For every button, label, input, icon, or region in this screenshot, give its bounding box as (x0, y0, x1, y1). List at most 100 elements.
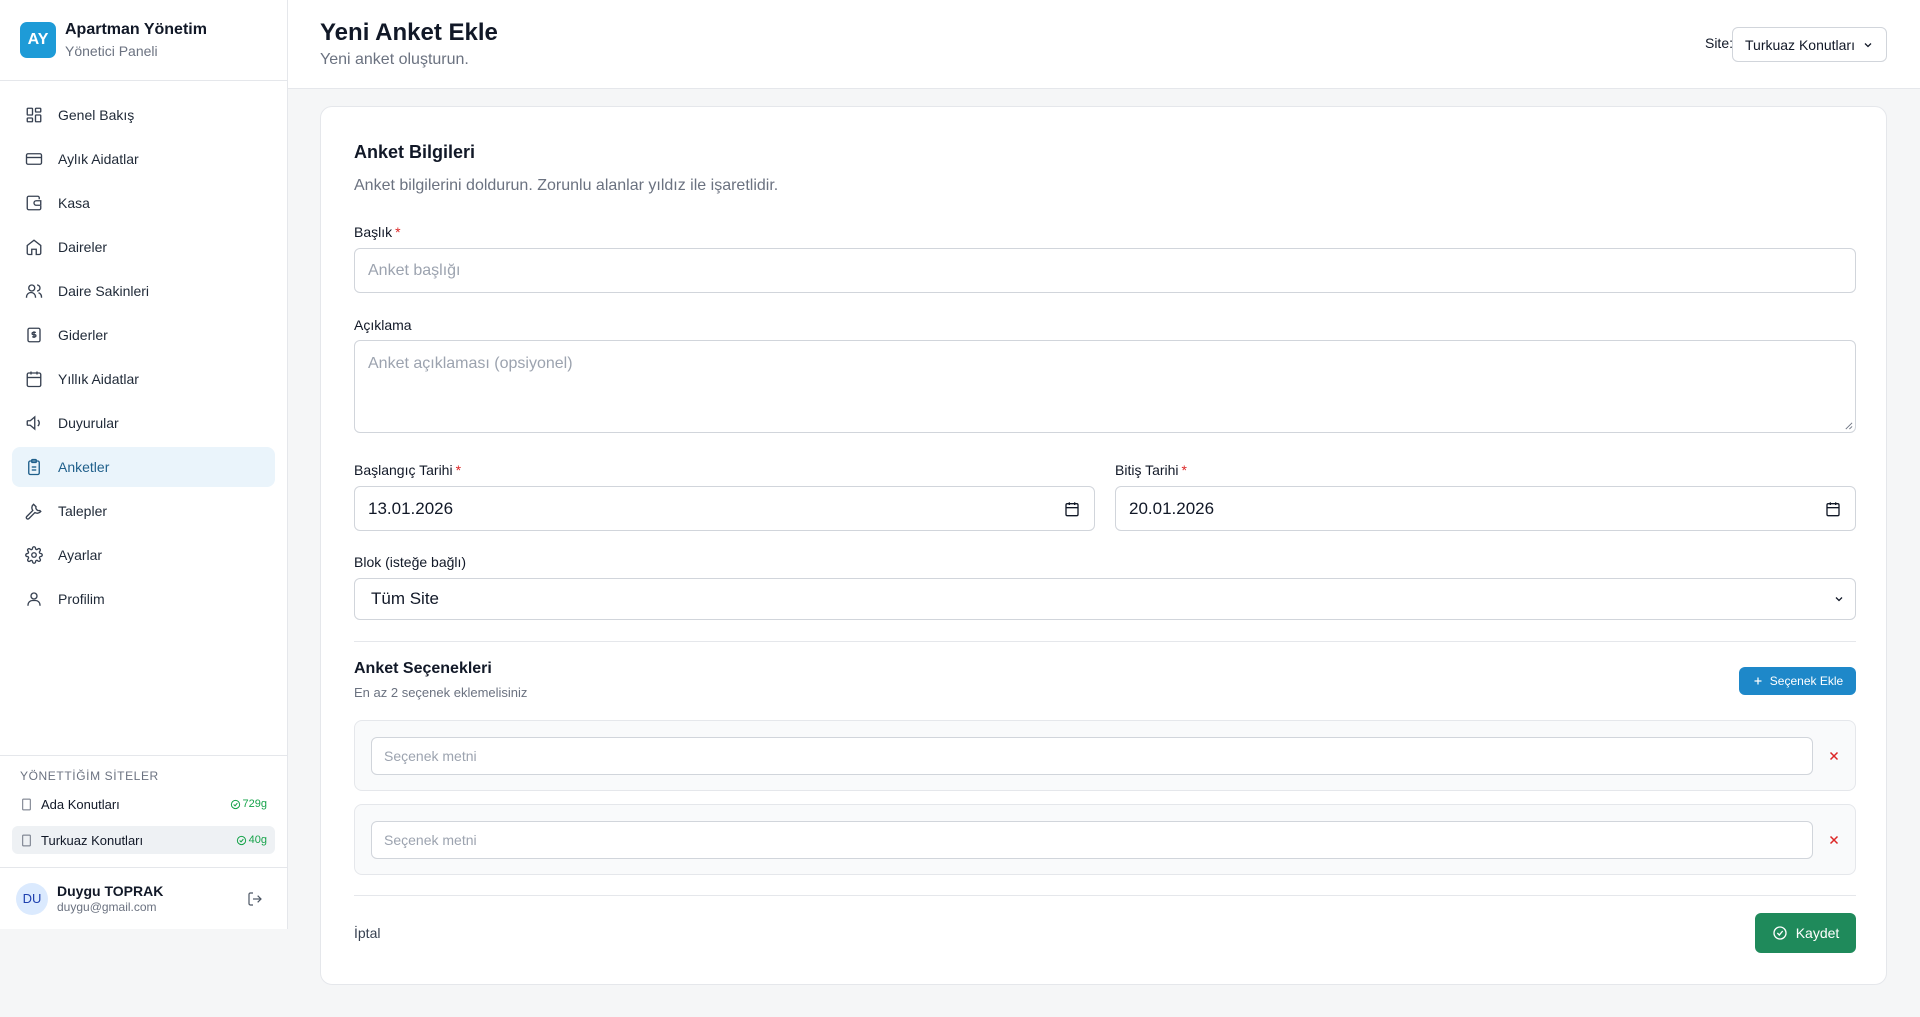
brand-title: Apartman Yönetim (65, 21, 207, 38)
wallet-icon (25, 194, 43, 212)
building-icon (20, 798, 33, 811)
required-mark: * (395, 224, 401, 240)
plus-icon (1754, 677, 1762, 685)
section-divider (354, 641, 1856, 642)
sidebar-item-label: Yıllık Aidatlar (58, 371, 139, 387)
site-days-badge: 729g (230, 798, 267, 810)
sidebar-item-yillik-aidatlar[interactable]: Yıllık Aidatlar (12, 359, 275, 399)
start-date-input[interactable]: 13.01.2026 (354, 486, 1095, 531)
chevron-down-icon (1864, 42, 1872, 47)
megaphone-icon (25, 414, 43, 432)
check-circle-icon (236, 835, 246, 845)
sidebar-nav: Genel Bakış Aylık Aidatlar Kasa Daireler… (0, 81, 287, 619)
brand: AY Apartman Yönetim Yönetici Paneli (0, 0, 287, 81)
save-button[interactable]: Kaydet (1755, 913, 1856, 953)
sidebar-item-anketler[interactable]: Anketler (12, 447, 275, 487)
sidebar-item-ayarlar[interactable]: Ayarlar (12, 535, 275, 575)
end-date-label-text: Bitiş Tarihi (1115, 462, 1179, 478)
sidebar-item-profilim[interactable]: Profilim (12, 579, 275, 619)
option-row: Seçenek metni (354, 720, 1856, 791)
avatar: DU (16, 882, 48, 915)
user-email: duygu@gmail.com (57, 899, 157, 914)
managed-sites: YÖNETTİĞİM SİTELER Ada Konutları 729g Tu… (0, 755, 287, 862)
title-input-placeholder: Anket başlığı (368, 261, 461, 279)
sidebar-item-label: Talepler (58, 503, 108, 519)
remove-option-button[interactable] (1825, 747, 1843, 765)
sidebar-item-label: Genel Bakış (58, 107, 135, 123)
sidebar-item-label: Aylık Aidatlar (58, 151, 139, 167)
sidebar-item-talepler[interactable]: Talepler (12, 491, 275, 531)
site-days-badge: 40g (236, 834, 267, 846)
page-title: Yeni Anket Ekle (320, 19, 498, 46)
description-textarea-placeholder: Anket açıklaması (opsiyonel) (368, 355, 573, 372)
calendar-icon (25, 370, 43, 388)
start-date-value: 13.01.2026 (368, 498, 454, 518)
calendar-picker-icon[interactable] (1064, 501, 1080, 517)
options-subtitle: En az 2 seçenek eklemelisiniz (354, 685, 528, 700)
end-date-value: 20.01.2026 (1129, 498, 1215, 518)
clipboard-icon (25, 458, 43, 476)
save-label: Kaydet (1795, 925, 1840, 941)
sidebar-item-duyurular[interactable]: Duyurular (12, 403, 275, 443)
option-text-input[interactable]: Seçenek metni (371, 821, 1813, 859)
home-icon (25, 238, 43, 256)
description-textarea[interactable]: Anket açıklaması (opsiyonel) (354, 340, 1856, 433)
sidebar-item-aylik-aidatlar[interactable]: Aylık Aidatlar (12, 139, 275, 179)
sidebar-item-kasa[interactable]: Kasa (12, 183, 275, 223)
site-name: Ada Konutları (41, 796, 120, 812)
required-mark: * (1181, 462, 1187, 478)
cancel-button[interactable]: İptal (354, 925, 380, 941)
sidebar-item-genel-bakis[interactable]: Genel Bakış (12, 95, 275, 135)
gear-icon (25, 546, 43, 564)
description-label: Açıklama (354, 317, 412, 333)
block-select-value: Tüm Site (371, 589, 440, 608)
close-icon (1829, 835, 1839, 845)
site-selector-label: Site: (1704, 35, 1733, 51)
close-icon (1829, 751, 1839, 761)
option-row: Seçenek metni (354, 804, 1856, 875)
sidebar-item-daireler[interactable]: Daireler (12, 227, 275, 267)
calendar-picker-icon[interactable] (1825, 501, 1841, 517)
form-description: Anket bilgilerini doldurun. Zorunlu alan… (354, 177, 779, 194)
remove-option-button[interactable] (1825, 831, 1843, 849)
start-date-label-text: Başlangıç Tarihi (354, 462, 453, 478)
title-label: Başlık * (354, 224, 401, 240)
site-days: 40g (248, 834, 267, 846)
options-title: Anket Seçenekleri (354, 660, 492, 677)
site-item-turkuaz-konutlari[interactable]: Turkuaz Konutları 40g (12, 826, 275, 854)
end-date-label: Bitiş Tarihi * (1115, 462, 1187, 478)
brand-logo: AY (20, 22, 56, 58)
credit-card-icon (25, 150, 43, 168)
users-icon (25, 282, 43, 300)
sidebar-item-label: Daire Sakinleri (58, 283, 150, 299)
resize-handle-icon[interactable] (1844, 421, 1853, 430)
form-title: Anket Bilgileri (354, 142, 476, 162)
chevron-down-icon (1835, 597, 1843, 602)
sidebar-item-label: Profilim (58, 591, 105, 607)
receipt-icon (25, 326, 43, 344)
add-option-button[interactable]: Seçenek Ekle (1739, 667, 1856, 695)
brand-subtitle: Yönetici Paneli (65, 43, 158, 59)
sidebar-item-label: Ayarlar (58, 547, 103, 563)
user-icon (25, 590, 43, 608)
site-days: 729g (242, 798, 267, 810)
option-placeholder: Seçenek metni (384, 748, 477, 764)
title-input[interactable]: Anket başlığı (354, 248, 1856, 293)
site-item-ada-konutlari[interactable]: Ada Konutları 729g (12, 790, 275, 818)
sidebar: AY Apartman Yönetim Yönetici Paneli Gene… (0, 0, 288, 929)
option-text-input[interactable]: Seçenek metni (371, 737, 1813, 775)
sidebar-item-label: Giderler (58, 327, 108, 343)
managed-sites-title: YÖNETTİĞİM SİTELER (20, 769, 159, 783)
sidebar-item-daire-sakinleri[interactable]: Daire Sakinleri (12, 271, 275, 311)
block-select[interactable]: Tüm Site (354, 578, 1856, 620)
check-circle-icon (1773, 926, 1787, 940)
end-date-input[interactable]: 20.01.2026 (1115, 486, 1856, 531)
logout-icon[interactable] (247, 891, 263, 907)
wrench-icon (25, 502, 43, 520)
add-option-label: Seçenek Ekle (1769, 674, 1844, 688)
user-name: Duygu TOPRAK (57, 882, 164, 899)
sidebar-item-giderler[interactable]: Giderler (12, 315, 275, 355)
site-selector[interactable]: Turkuaz Konutları (1732, 27, 1887, 62)
sidebar-item-label: Kasa (58, 195, 90, 211)
page-header: Yeni Anket Ekle Yeni anket oluşturun. Si… (288, 0, 1920, 89)
